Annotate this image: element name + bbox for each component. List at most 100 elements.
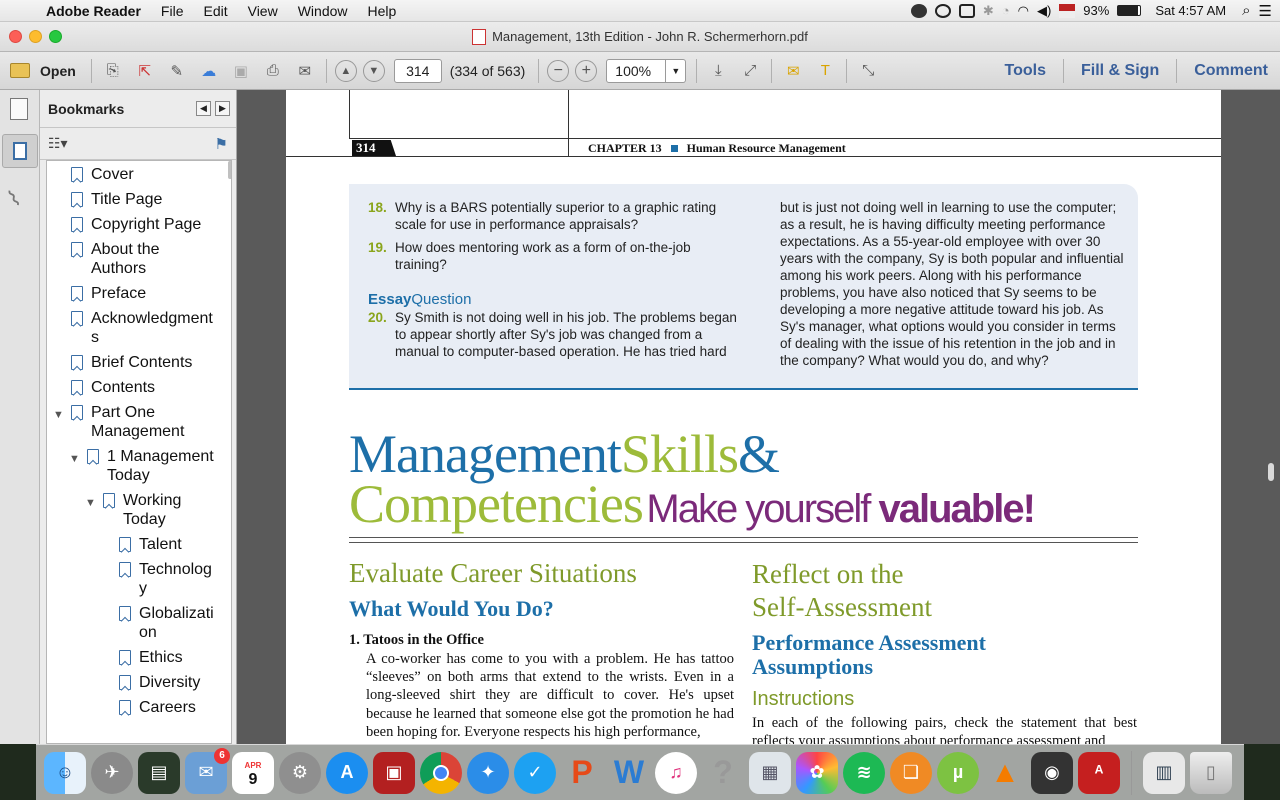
photo-booth-icon[interactable]: ▣ — [373, 751, 415, 794]
bookmark-item[interactable]: Brief Contents — [47, 353, 231, 372]
export-pdf-icon[interactable]: ⇱ — [132, 58, 158, 84]
zoom-out-button[interactable]: − — [547, 59, 570, 82]
spotlight-search-icon[interactable]: ⌕ — [1242, 2, 1250, 19]
zoom-in-button[interactable]: + — [575, 59, 598, 82]
open-button[interactable]: Open — [0, 63, 86, 79]
expand-triangle-icon[interactable]: ▼ — [69, 450, 80, 469]
zoom-window-button[interactable] — [49, 30, 62, 43]
expand-bookmark-icon[interactable]: ⚑ — [215, 135, 228, 153]
full-screen-icon[interactable]: ⤡ — [855, 58, 881, 84]
bookmark-item[interactable]: Ethics — [47, 648, 231, 667]
volume-icon[interactable]: ◀) — [1037, 3, 1051, 19]
page-thumbnails-icon[interactable] — [10, 98, 28, 120]
mail-icon[interactable]: ✉ 6 — [185, 747, 230, 794]
bookmark-item[interactable]: Title Page — [47, 190, 231, 209]
battery-icon[interactable] — [1117, 5, 1142, 16]
photo-slideshow-icon[interactable]: ◉ — [1031, 751, 1073, 794]
twitter-icon[interactable]: ✓ — [514, 751, 556, 794]
play-icon[interactable] — [934, 3, 951, 18]
menu-file[interactable]: File — [151, 0, 194, 22]
expand-panel-icon[interactable]: ▶ — [215, 101, 230, 116]
bookmark-item[interactable]: Globalization — [47, 604, 231, 642]
bookmark-item[interactable]: ▼ Working Today — [47, 491, 231, 529]
expand-triangle-icon[interactable]: ▼ — [85, 494, 96, 513]
notification-center-icon[interactable]: ☰ — [1259, 2, 1272, 20]
attachments-icon[interactable]: ⌇ — [3, 185, 25, 213]
finder-icon[interactable]: ☺ — [44, 751, 86, 794]
adobe-reader-icon[interactable]: ᴬ — [1078, 751, 1120, 794]
trash-icon[interactable]: ▯ — [1190, 751, 1232, 794]
menu-edit[interactable]: Edit — [193, 0, 237, 22]
vlc-icon[interactable]: ▲ — [984, 752, 1026, 794]
bookmark-label: Brief Contents — [91, 354, 193, 371]
ibooks-icon[interactable]: ❏ — [890, 751, 932, 794]
edit-icon[interactable]: ✎ — [164, 58, 190, 84]
bookmark-item[interactable]: Copyright Page — [47, 215, 231, 234]
bookmark-item[interactable]: Careers — [47, 698, 231, 717]
bookmark-item[interactable]: Preface — [47, 284, 231, 303]
airplay-icon[interactable] — [958, 3, 975, 18]
app-menu[interactable]: Adobe Reader — [36, 0, 151, 22]
photos-icon[interactable]: ✿ — [796, 751, 838, 794]
close-window-button[interactable] — [9, 30, 22, 43]
save-icon[interactable]: ▣ — [228, 58, 254, 84]
app-store-icon[interactable]: A — [326, 751, 368, 794]
create-pdf-icon[interactable]: ⎘ — [100, 58, 126, 84]
bookmark-item[interactable]: About the Authors — [47, 240, 231, 278]
safari-icon[interactable]: ✦ — [467, 751, 509, 794]
powerpoint-icon[interactable]: P — [561, 752, 603, 794]
zoom-dropdown-icon[interactable]: ▼ — [666, 58, 687, 83]
page-number-input[interactable]: 314 — [393, 58, 442, 83]
fit-width-icon[interactable]: ⤢ — [737, 58, 763, 84]
system-preferences-icon[interactable]: ⚙ — [279, 751, 321, 794]
calendar-icon[interactable]: APR 9 — [232, 751, 274, 794]
email-icon[interactable]: ✉ — [292, 58, 318, 84]
bookmark-item[interactable]: ▼ 1 Management Today — [47, 447, 231, 485]
help-icon[interactable]: ? — [702, 752, 744, 794]
preview-icon[interactable]: ▦ — [749, 751, 791, 794]
instructions-text: In each of the following pairs, check th… — [752, 715, 1137, 744]
menu-view[interactable]: View — [238, 0, 288, 22]
bookmark-item[interactable]: Acknowledgments — [47, 309, 231, 347]
bluetooth-icon[interactable]: ✱ — [983, 3, 994, 19]
itunes-icon[interactable]: ♫ — [655, 751, 697, 794]
creative-cloud-icon[interactable] — [910, 3, 927, 18]
highlight-icon[interactable]: T — [812, 58, 838, 84]
document-scrollbar[interactable] — [1268, 463, 1274, 481]
expand-triangle-icon[interactable]: ▼ — [53, 406, 64, 425]
previous-page-button[interactable]: ▲ — [334, 59, 357, 82]
documents-stack-icon[interactable]: ▥ — [1143, 751, 1185, 794]
bookmark-item[interactable]: Cover — [47, 165, 231, 184]
print-icon[interactable]: ⎙ — [260, 58, 286, 84]
wifi-icon[interactable]: ◠ — [1018, 3, 1029, 19]
clock[interactable]: Sat 4:57 AM — [1155, 3, 1226, 18]
fit-page-icon[interactable]: ⤓ — [705, 58, 731, 84]
word-icon[interactable]: W — [608, 752, 650, 794]
options-menu-icon[interactable]: ☷▾ — [48, 135, 68, 152]
bookmark-item[interactable]: Talent — [47, 535, 231, 554]
launchpad-icon[interactable]: ✈ — [91, 751, 133, 794]
bookmark-item[interactable]: Contents — [47, 378, 231, 397]
minimize-window-button[interactable] — [29, 30, 42, 43]
time-machine-icon[interactable]: ◔ — [1002, 3, 1010, 18]
q20-text: Sy Smith is not doing well in his job. T… — [395, 310, 737, 359]
zoom-input[interactable]: 100% — [606, 58, 667, 83]
bookmark-item[interactable]: Technology — [47, 560, 231, 598]
sticky-note-icon[interactable]: ✉ — [780, 58, 806, 84]
collapse-panel-icon[interactable]: ◀ — [196, 101, 211, 116]
bookmark-item[interactable]: Diversity — [47, 673, 231, 692]
tools-button[interactable]: Tools — [993, 62, 1058, 80]
chrome-icon[interactable] — [420, 751, 462, 794]
utorrent-icon[interactable]: µ — [937, 751, 979, 794]
comment-button[interactable]: Comment — [1182, 62, 1280, 80]
bookmarks-tab[interactable] — [2, 134, 38, 168]
menu-help[interactable]: Help — [358, 0, 407, 22]
menu-window[interactable]: Window — [288, 0, 358, 22]
activity-monitor-icon[interactable]: ▤ — [138, 751, 180, 794]
upload-cloud-icon[interactable]: ☁ — [196, 58, 222, 84]
next-page-button[interactable]: ▼ — [362, 59, 385, 82]
spotify-icon[interactable]: ≋ — [843, 751, 885, 794]
fill-sign-button[interactable]: Fill & Sign — [1069, 62, 1171, 80]
flag-icon[interactable] — [1059, 3, 1076, 18]
bookmark-item[interactable]: ▼ Part One Management — [47, 403, 231, 441]
